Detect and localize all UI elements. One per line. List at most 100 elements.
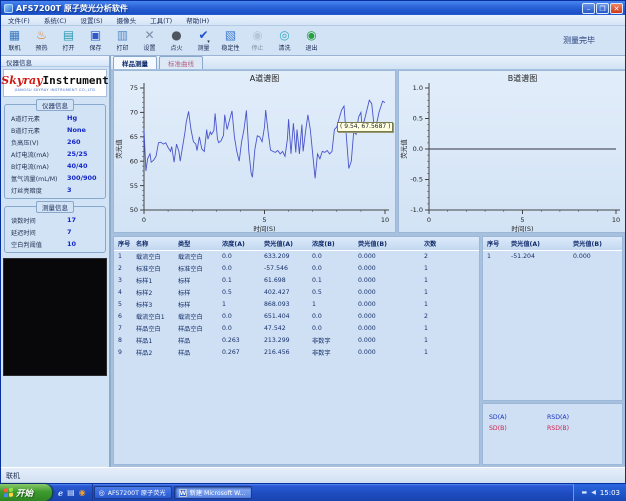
table-cell: 0.000 bbox=[354, 322, 420, 334]
table-cell: 1 bbox=[420, 286, 479, 298]
table-cell: 5 bbox=[114, 298, 132, 310]
svg-text:-1.0: -1.0 bbox=[410, 206, 423, 214]
menu-help[interactable]: 帮助(H) bbox=[179, 15, 216, 25]
volume-icon[interactable]: ◀ bbox=[591, 489, 596, 496]
info-row: A灯电流(mA)25/25 bbox=[5, 148, 105, 160]
open-label: 打开 bbox=[62, 43, 74, 52]
column-header[interactable]: 序号 bbox=[483, 237, 507, 250]
measure-label: 测量 bbox=[197, 43, 209, 52]
task-button-1[interactable]: ◎AFS7200T 原子荧光 bbox=[94, 486, 172, 499]
status-text: 联机 bbox=[6, 472, 20, 480]
exit-button[interactable]: ◉退出 bbox=[298, 26, 325, 55]
device-tray-icon[interactable]: ▬ bbox=[582, 489, 588, 496]
print-button[interactable]: ▥打印 bbox=[109, 26, 136, 55]
status-bar: 联机 bbox=[1, 467, 625, 483]
column-header[interactable]: 序号 bbox=[114, 237, 132, 250]
table-cell: 0.000 bbox=[354, 298, 420, 310]
connect-button[interactable]: ▦联机 bbox=[1, 26, 28, 55]
chart-b-plot[interactable]: B道谱图荧光值-1.0-0.50.00.51.00510时间(S) bbox=[399, 71, 625, 234]
media-player-icon[interactable]: ◉ bbox=[79, 488, 86, 497]
table-cell: 标样 bbox=[174, 286, 218, 298]
table-row[interactable]: 4标样2标样0.5402.4270.50.0001 bbox=[114, 286, 479, 298]
title-bar[interactable]: AFS7200T 原子荧光分析软件 – ❐ ✕ bbox=[1, 1, 625, 15]
clean-button[interactable]: ◎清洗 bbox=[271, 26, 298, 55]
table-cell: 载流空白 bbox=[132, 250, 174, 262]
svg-text:75: 75 bbox=[130, 84, 138, 92]
menu-file[interactable]: 文件(F) bbox=[1, 15, 37, 25]
table-cell: 0.0 bbox=[308, 262, 354, 274]
table-cell: 载流空白1 bbox=[132, 310, 174, 322]
ignite-button[interactable]: ●点火 bbox=[163, 26, 190, 55]
stop-icon: ◉ bbox=[252, 29, 262, 43]
table-cell: 标样2 bbox=[132, 286, 174, 298]
column-header[interactable]: 类型 bbox=[174, 237, 218, 250]
table-cell: 0.000 bbox=[354, 346, 420, 358]
table-cell: 0.0 bbox=[308, 322, 354, 334]
save-button[interactable]: ▣保存 bbox=[82, 26, 109, 55]
svg-text:60: 60 bbox=[130, 157, 138, 165]
column-header[interactable]: 荧光值(B) bbox=[569, 237, 622, 250]
table-row[interactable]: 9样品2样品0.267216.456非数字0.0001 bbox=[114, 346, 479, 358]
open-button[interactable]: ▤打开 bbox=[55, 26, 82, 55]
start-button[interactable]: 开始 bbox=[0, 484, 52, 501]
measure-button[interactable]: ✔▾测量 bbox=[190, 26, 217, 55]
table-row[interactable]: 8样品1样品0.263213.299非数字0.0001 bbox=[114, 334, 479, 346]
table-row[interactable]: 6载流空白1载流空白0.0651.4040.00.0002 bbox=[114, 310, 479, 322]
table-cell: 样品 bbox=[174, 346, 218, 358]
table-row[interactable]: 1-51.2040.000 bbox=[483, 250, 622, 262]
close-button[interactable]: ✕ bbox=[610, 3, 623, 14]
app-window: AFS7200T 原子荧光分析软件 – ❐ ✕ 文件(F) 系统(C) 设置(S… bbox=[0, 0, 626, 484]
settings-button[interactable]: ✕设置 bbox=[136, 26, 163, 55]
table-cell: 样品空白 bbox=[174, 322, 218, 334]
table-cell: -51.204 bbox=[507, 250, 569, 262]
column-header[interactable]: 浓度(A) bbox=[218, 237, 260, 250]
table-row[interactable]: 2标准空白标准空白0.0-57.5460.00.0001 bbox=[114, 262, 479, 274]
table-cell: 样品1 bbox=[132, 334, 174, 346]
column-header[interactable]: 名称 bbox=[132, 237, 174, 250]
info-value: 40/40 bbox=[67, 162, 87, 170]
logo-skyray: Skyray bbox=[1, 74, 42, 87]
menu-tools[interactable]: 工具(T) bbox=[143, 15, 179, 25]
tab-standard-curve[interactable]: 标准曲线 bbox=[159, 56, 203, 69]
menu-camera[interactable]: 摄像头 bbox=[110, 15, 144, 25]
minimize-button[interactable]: – bbox=[582, 3, 595, 14]
preheat-button[interactable]: ♨预热 bbox=[28, 26, 55, 55]
menu-settings[interactable]: 设置(S) bbox=[73, 15, 109, 25]
sample-table: 序号名称类型浓度(A)荧光值(A)浓度(B)荧光值(B)次数1载流空白载流空白0… bbox=[114, 237, 479, 358]
tab-sample-measure[interactable]: 样品测量 bbox=[113, 56, 157, 69]
result-table-panel: 序号荧光值(A)荧光值(B)1-51.2040.000 bbox=[482, 236, 623, 401]
column-header[interactable]: 荧光值(B) bbox=[354, 237, 420, 250]
table-row[interactable]: 3标样1标样0.161.6980.10.0001 bbox=[114, 274, 479, 286]
info-row: 灯丝亮暗度3 bbox=[5, 184, 105, 196]
table-cell: 1 bbox=[420, 298, 479, 310]
info-value: 17 bbox=[67, 216, 76, 224]
brand-logo: SkyrayInstrument JIANGSU SKYRAY INSTRUME… bbox=[3, 69, 107, 97]
table-row[interactable]: 7样品空白样品空白0.047.5420.00.0001 bbox=[114, 322, 479, 334]
task-label: AFS7200T 原子荧光 bbox=[108, 488, 166, 497]
column-header[interactable]: 荧光值(A) bbox=[507, 237, 569, 250]
word-icon: W bbox=[179, 489, 187, 497]
table-row[interactable]: 5标样3标样1868.09310.0001 bbox=[114, 298, 479, 310]
ignite-label: 点火 bbox=[170, 43, 182, 52]
chart-a-plot[interactable]: A道谱图荧光值5055606570750510时间(S) bbox=[114, 71, 395, 234]
task-button-2[interactable]: W新建 Microsoft W... bbox=[174, 486, 252, 499]
charts-row: A道谱图荧光值5055606570750510时间(S) B道谱图荧光值-1.0… bbox=[111, 69, 625, 234]
table-cell: 0.000 bbox=[569, 250, 622, 262]
svg-text:时间(S): 时间(S) bbox=[511, 224, 533, 233]
restore-button[interactable]: ❐ bbox=[596, 3, 609, 14]
afs-app-icon: ◎ bbox=[99, 489, 105, 497]
svg-text:0: 0 bbox=[427, 216, 431, 224]
ie-icon[interactable]: e bbox=[58, 488, 63, 498]
show-desktop-icon[interactable]: ▤ bbox=[67, 488, 75, 497]
column-header[interactable]: 次数 bbox=[420, 237, 479, 250]
stability-button[interactable]: ▧稳定性 bbox=[217, 26, 244, 55]
table-cell: 213.299 bbox=[260, 334, 308, 346]
table-cell: 6 bbox=[114, 310, 132, 322]
table-row[interactable]: 1载流空白载流空白0.0633.2090.00.0002 bbox=[114, 250, 479, 262]
column-header[interactable]: 荧光值(A) bbox=[260, 237, 308, 250]
table-cell: 4 bbox=[114, 286, 132, 298]
table-cell: 0.0 bbox=[218, 322, 260, 334]
camera-preview[interactable] bbox=[3, 258, 107, 376]
menu-system[interactable]: 系统(C) bbox=[37, 15, 74, 25]
column-header[interactable]: 浓度(B) bbox=[308, 237, 354, 250]
